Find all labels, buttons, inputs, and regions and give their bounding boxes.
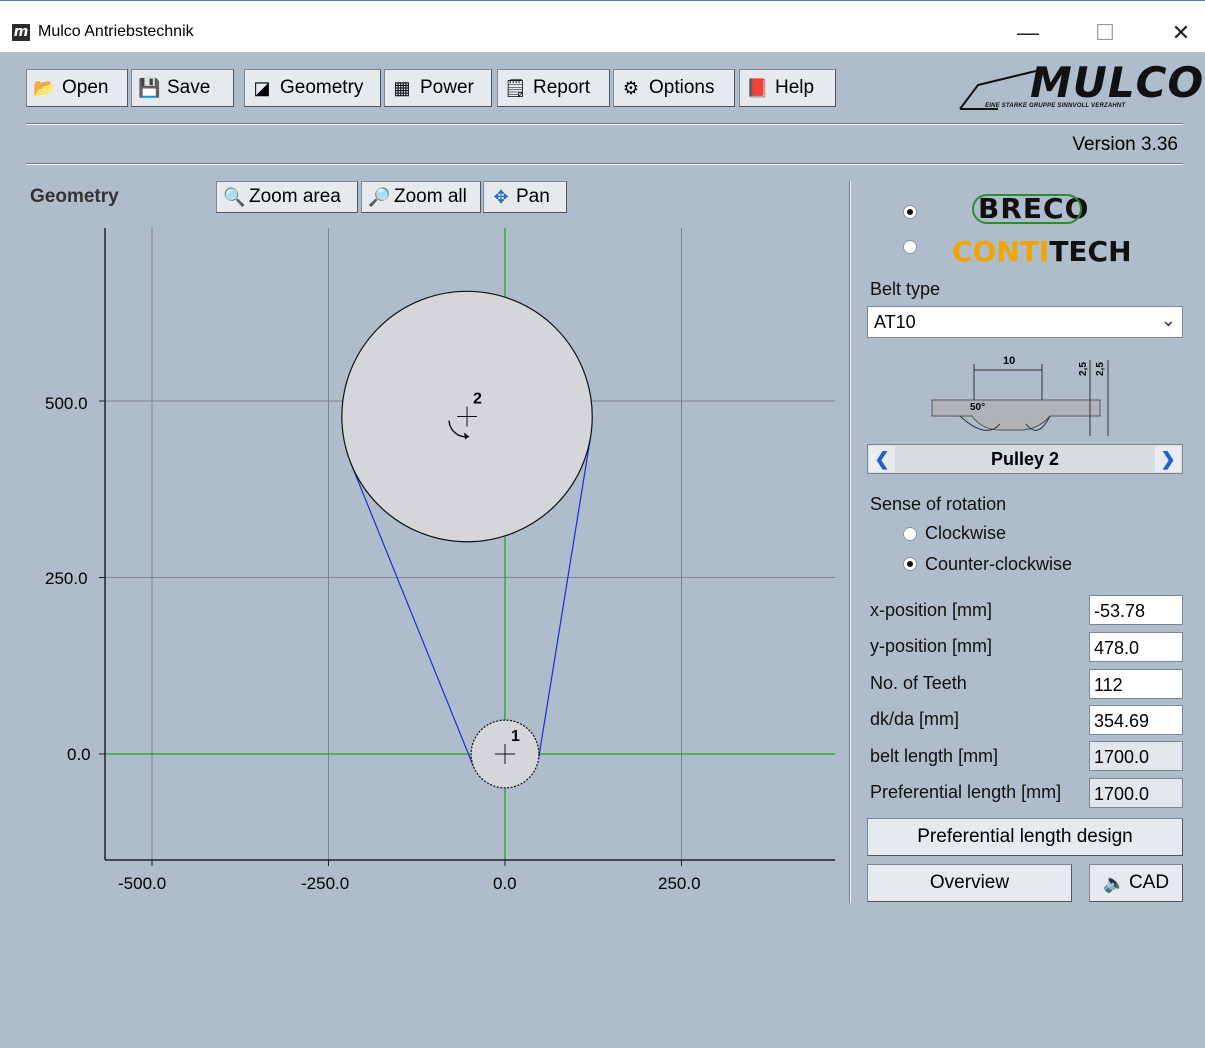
x-tick-label: -500.0 <box>118 874 167 893</box>
pulley-navigator: ❮ Pulley 2 ❯ <box>867 444 1183 474</box>
diameter-field[interactable]: 354.69 <box>1089 705 1183 735</box>
breco-radio[interactable] <box>903 205 917 219</box>
diameter-label: dk/da [mm] <box>870 709 960 729</box>
rotation-label: Sense of rotation <box>870 494 1007 514</box>
belt-type-label: Belt type <box>870 279 941 299</box>
mulco-tagline: EINE STARKE GRUPPE SINNVOLL VERZAHNT <box>985 103 1126 109</box>
pulley-title: Pulley 2 <box>990 449 1060 469</box>
chevron-down-icon: ⌄ <box>1160 310 1176 330</box>
x-position-label: x-position [mm] <box>870 600 993 620</box>
y-tick-label: 500.0 <box>45 394 88 413</box>
pulley-label: 2 <box>473 391 482 408</box>
panel-separator <box>849 181 851 903</box>
x-tick-label: 0.0 <box>493 874 517 893</box>
close-button[interactable]: ✕ <box>1158 14 1204 52</box>
x-tick-label: -250.0 <box>301 874 350 893</box>
clockwise-radio[interactable] <box>903 527 917 541</box>
y-position-label: y-position [mm] <box>870 636 993 656</box>
preferential-length-design-button[interactable]: Preferential length design <box>867 818 1183 856</box>
belt-length-field: 1700.0 <box>1089 741 1183 771</box>
svg-text:2,5: 2,5 <box>1095 362 1106 376</box>
belt-profile-diagram: 10 50° 2,5 2,5 <box>931 355 1109 436</box>
contitech-logo: CONTITECH <box>952 235 1132 268</box>
overview-button[interactable]: Overview <box>867 864 1072 902</box>
previous-pulley-button[interactable]: ❮ <box>869 446 895 472</box>
y-tick-label: 250.0 <box>45 569 88 588</box>
y-position-field[interactable]: 478.0 <box>1089 632 1183 662</box>
next-pulley-button[interactable]: ❯ <box>1155 446 1181 472</box>
pulley-label: 1 <box>511 728 520 745</box>
counter-clockwise-label: Counter-clockwise <box>925 554 1073 574</box>
x-tick-label: 250.0 <box>658 874 701 893</box>
x-position-field[interactable]: -53.78 <box>1089 595 1183 625</box>
svg-text:50°: 50° <box>970 402 985 413</box>
cad-button[interactable]: 🔈 CAD <box>1089 864 1183 902</box>
teeth-field[interactable]: 112 <box>1089 669 1183 699</box>
belt-type-select[interactable]: AT10 ⌄ <box>867 306 1183 338</box>
speaker-icon: 🔈 <box>1102 873 1126 893</box>
counter-clockwise-radio[interactable] <box>903 557 917 571</box>
belt-type-value: AT10 <box>874 312 916 332</box>
cad-label: CAD <box>1128 872 1170 893</box>
maximize-button[interactable]: ☐ <box>1082 14 1128 52</box>
teeth-label: No. of Teeth <box>870 673 967 693</box>
minimize-button[interactable]: — <box>1005 14 1051 52</box>
version-label: Version 3.36 <box>1072 134 1178 155</box>
contitech-radio[interactable] <box>903 240 917 254</box>
svg-text:2,5: 2,5 <box>1078 362 1089 376</box>
mulco-logo: MULCO <box>1030 58 1205 107</box>
clockwise-label: Clockwise <box>925 523 1007 543</box>
y-tick-label: 0.0 <box>67 745 91 764</box>
geometry-plot[interactable]: 12 <box>0 0 850 900</box>
pulleys: 12 <box>341 290 593 789</box>
breco-logo: BRECO <box>972 192 1089 225</box>
preferential-length-field: 1700.0 <box>1089 778 1183 808</box>
belt-length-label: belt length [mm] <box>870 746 999 766</box>
svg-text:10: 10 <box>1003 355 1015 367</box>
preferential-length-label: Preferential length [mm] <box>870 782 1062 802</box>
